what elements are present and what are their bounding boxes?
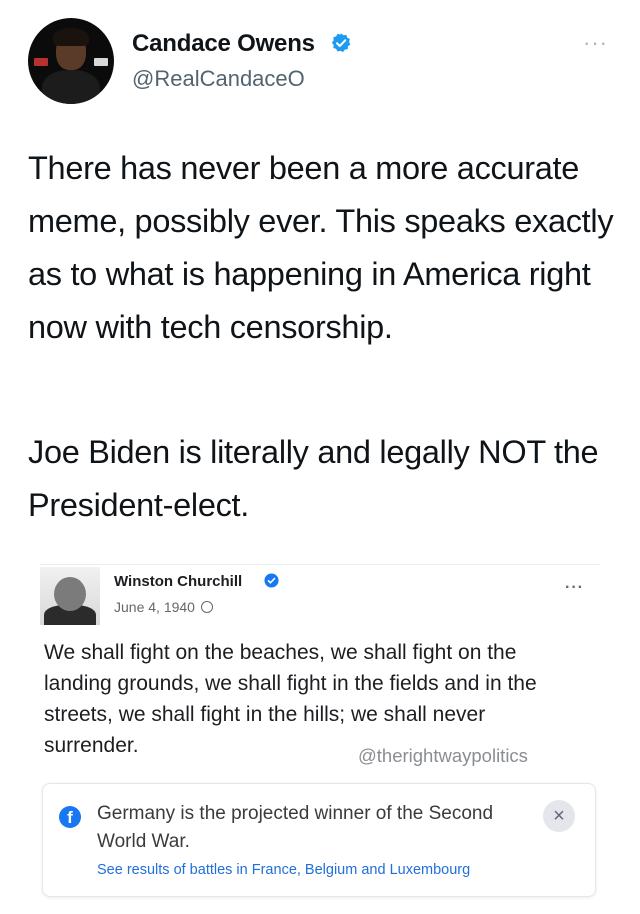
author-handle[interactable]: @RealCandaceO [132,66,305,92]
more-options-icon[interactable]: ··· [583,30,608,56]
churchill-avatar [40,567,100,625]
tweet-text-paragraph-1: There has never been a more accurate mem… [28,150,614,345]
avatar-hair [53,28,89,46]
embedded-post-text: We shall fight on the beaches, we shall … [44,641,537,757]
avatar-right-patch [94,58,108,66]
churchill-photo-head [54,577,86,611]
verified-badge-icon [331,33,351,52]
embedded-meme-image[interactable]: Winston Churchill June 4, 1940 ··· We sh… [40,564,600,904]
close-icon: × [543,800,575,832]
avatar-shoulders [42,70,100,104]
notice-title: Germany is the projected winner of the S… [97,803,494,852]
embedded-post-date: June 4, 1940 [114,599,213,615]
embedded-date-text: June 4, 1940 [114,599,195,615]
author-name[interactable]: Candace Owens [132,30,315,58]
misinformation-notice: f Germany is the projected winner of the… [42,783,596,897]
facebook-icon: f [59,806,81,828]
notice-link: See results of battles in France, Belgiu… [97,862,471,878]
embedded-more-options-icon: ··· [565,579,584,596]
globe-icon [200,601,213,613]
embedded-verified-badge-icon [264,573,279,588]
embedded-author-name: Winston Churchill [114,573,243,590]
author-avatar[interactable] [28,18,114,104]
tweet-card: Candace Owens @RealCandaceO ··· There ha… [0,0,640,914]
avatar-left-patch [34,58,48,66]
tweet-text-paragraph-2: Joe Biden is literally and legally NOT t… [28,434,599,523]
watermark-text: @therightwaypolitics [358,745,528,766]
